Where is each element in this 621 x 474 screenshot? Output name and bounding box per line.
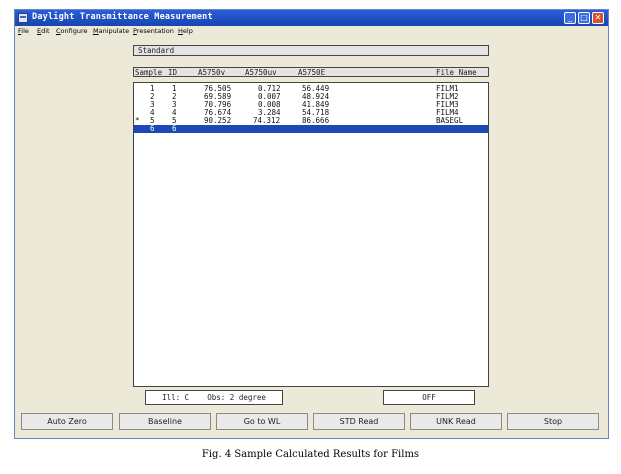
header-a5750uv: A5750uv [245,68,277,77]
row-marker: * [135,116,140,125]
header-file-name: File Name [436,68,477,77]
table-row[interactable]: * 5 5 90.252 74.312 86.666 BASEGL [134,117,488,125]
menu-edit[interactable]: Edit [37,27,50,35]
menu-manipulate[interactable]: Manipulate [93,27,129,35]
maximize-button[interactable]: □ [578,12,590,24]
standard-field: Standard [133,45,489,56]
header-sample: Sample [135,68,163,77]
app-icon [18,13,28,23]
cell-file-name: BASEGL [436,116,464,125]
app-window: Daylight Transmittance Measurement _ □ ✕… [14,9,609,439]
menu-configure[interactable]: Configure [56,27,88,35]
state-indicator: OFF [383,390,475,405]
header-a5750e: A5750E [298,68,326,77]
menu-bar: File Edit Configure Manipulate Presentat… [15,26,608,39]
cell-id: 6 [172,124,177,133]
window-title: Daylight Transmittance Measurement [32,12,213,22]
menu-file[interactable]: File [18,27,29,35]
table-header: Sample ID A5750v A5750uv A5750E File Nam… [133,67,489,77]
cell-a5750v: 90.252 [204,116,232,125]
std-read-button[interactable]: STD Read [313,413,405,430]
menu-presentation[interactable]: Presentation [133,27,174,35]
cell-a5750uv: 74.312 [253,116,281,125]
results-list[interactable]: 1 1 76.505 0.712 56.449 FILM1 2 2 69.589… [133,82,489,387]
title-bar[interactable]: Daylight Transmittance Measurement _ □ ✕ [15,10,608,26]
unk-read-button[interactable]: UNK Read [410,413,502,430]
table-row-selected[interactable]: 6 6 [134,125,488,133]
observer-label: Obs: 2 degree [207,393,266,402]
stop-button[interactable]: Stop [507,413,599,430]
menu-help[interactable]: Help [178,27,193,35]
baseline-button[interactable]: Baseline [119,413,211,430]
cell-sample: 6 [150,124,155,133]
figure-caption: Fig. 4 Sample Calculated Results for Fil… [201,449,420,460]
header-a5750v: A5750v [198,68,226,77]
minimize-button[interactable]: _ [564,12,576,24]
observer-status: Ill: C Obs: 2 degree [145,390,283,405]
close-button[interactable]: ✕ [592,12,604,24]
cell-a5750e: 86.666 [302,116,330,125]
go-to-wl-button[interactable]: Go to WL [216,413,308,430]
illuminant-label: Ill: C [162,393,190,402]
auto-zero-button[interactable]: Auto Zero [21,413,113,430]
header-id: ID [168,68,178,77]
